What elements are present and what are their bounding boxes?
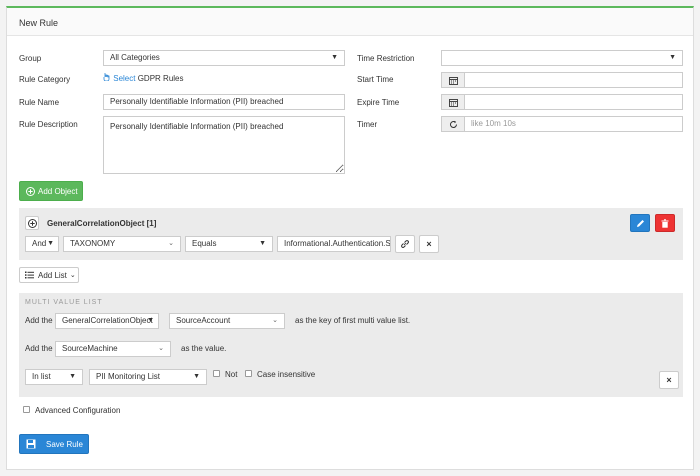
remove-condition-button[interactable]: × [419,235,439,253]
close-icon: × [666,375,672,385]
value-select-value: SourceMachine [62,344,118,353]
chevron-down-icon: ⌄ [69,272,76,279]
floppy-disk-icon [26,439,36,449]
operator-select[interactable]: Equals ▼ [185,236,273,252]
object-block: GeneralCorrelationObject [1] And ▼ TAXON… [19,208,683,260]
field-select-value: TAXONOMY [70,239,116,248]
group-select[interactable]: All Categories ▼ [103,50,345,66]
not-label: Not [225,370,238,379]
select-category-link[interactable]: Select [113,74,135,83]
value-suffix-text: as the value. [181,344,227,353]
case-insensitive-label: Case insensitive [257,370,316,379]
add-the-label: Add the [25,316,53,325]
time-restriction-select[interactable]: ▼ [441,50,683,66]
save-rule-label: Save Rule [46,439,83,449]
add-list-button[interactable]: Add List ⌄ [19,267,79,283]
rule-category-value: GDPR Rules [137,74,184,83]
caret-down-icon: ▼ [259,240,266,247]
pencil-icon [636,219,645,228]
expire-time-input[interactable] [464,94,683,110]
rule-description-textarea[interactable]: Personally Identifiable Information (PII… [103,116,345,174]
key-select[interactable]: SourceAccount ⌄ [169,313,285,329]
trash-icon [661,218,669,228]
remove-list-button[interactable]: × [659,371,679,389]
chevron-down-icon: ⌄ [272,317,278,324]
object-select[interactable]: GeneralCorrelationObject ▼ [55,313,159,329]
hand-pointer-icon [103,73,113,83]
advanced-configuration-checkbox[interactable] [23,406,30,413]
rule-name-input[interactable]: Personally Identifiable Information (PII… [103,94,345,110]
logic-select-value: And [32,239,47,248]
rule-name-label: Rule Name [19,98,60,107]
link-button[interactable] [395,235,415,253]
group-select-value: All Categories [110,53,160,62]
caret-down-icon: ▼ [669,54,676,61]
chevron-down-icon: ⌄ [168,240,174,247]
edit-object-button[interactable] [630,214,650,232]
timer-input[interactable]: like 10m 10s [464,116,683,132]
link-icon [400,239,410,249]
caret-down-icon: ▼ [47,240,54,247]
calendar-icon[interactable] [441,94,465,110]
save-rule-button[interactable]: Save Rule [19,434,89,454]
new-rule-panel: New Rule Group Rule Category Rule Name R… [6,6,694,470]
expand-object-button[interactable] [25,216,39,230]
logic-select[interactable]: And ▼ [25,236,59,252]
caret-down-icon: ▼ [147,317,154,324]
add-the-label: Add the [25,344,53,353]
refresh-icon[interactable] [441,116,465,132]
not-checkbox[interactable] [213,370,220,377]
expire-time-label: Expire Time [357,98,400,107]
list-name-value: PII Monitoring List [96,372,161,381]
rule-category-label: Rule Category [19,75,71,84]
plus-circle-icon [27,218,37,228]
list-operator-select[interactable]: In list ▼ [25,369,83,385]
rule-description-label: Rule Description [19,120,78,129]
advanced-configuration-label: Advanced Configuration [35,406,121,415]
timer-label: Timer [357,120,378,129]
caret-down-icon: ▼ [69,373,76,380]
panel-header: New Rule [7,8,693,36]
plus-circle-icon [26,186,35,196]
condition-value-input[interactable]: Informational.Authentication.S [277,236,391,252]
caret-down-icon: ▼ [331,54,338,61]
multi-value-heading: MULTI VALUE LIST [25,299,103,306]
operator-select-value: Equals [192,239,217,248]
chevron-down-icon: ⌄ [158,345,164,352]
list-icon [25,271,34,279]
field-select[interactable]: TAXONOMY ⌄ [63,236,181,252]
object-title: GeneralCorrelationObject [1] [47,219,157,228]
add-list-label: Add List [38,270,67,280]
page-title: New Rule [19,18,59,28]
rule-category-selector: Select GDPR Rules [103,72,184,86]
calendar-icon[interactable] [441,72,465,88]
close-icon: × [426,239,432,249]
start-time-input[interactable] [464,72,683,88]
group-label: Group [19,54,42,63]
add-object-button[interactable]: Add Object [19,181,83,201]
list-name-select[interactable]: PII Monitoring List ▼ [89,369,207,385]
value-select[interactable]: SourceMachine ⌄ [55,341,171,357]
multi-value-list-block: MULTI VALUE LIST Add the GeneralCorrelat… [19,293,683,397]
caret-down-icon: ▼ [193,373,200,380]
key-select-value: SourceAccount [176,316,231,325]
start-time-label: Start Time [357,75,394,84]
add-object-label: Add Object [38,186,78,196]
delete-object-button[interactable] [655,214,675,232]
key-suffix-text: as the key of first multi value list. [295,316,411,325]
object-select-value: GeneralCorrelationObject [62,316,153,325]
case-insensitive-checkbox[interactable] [245,370,252,377]
time-restriction-label: Time Restriction [357,54,415,63]
list-operator-value: In list [32,372,51,381]
